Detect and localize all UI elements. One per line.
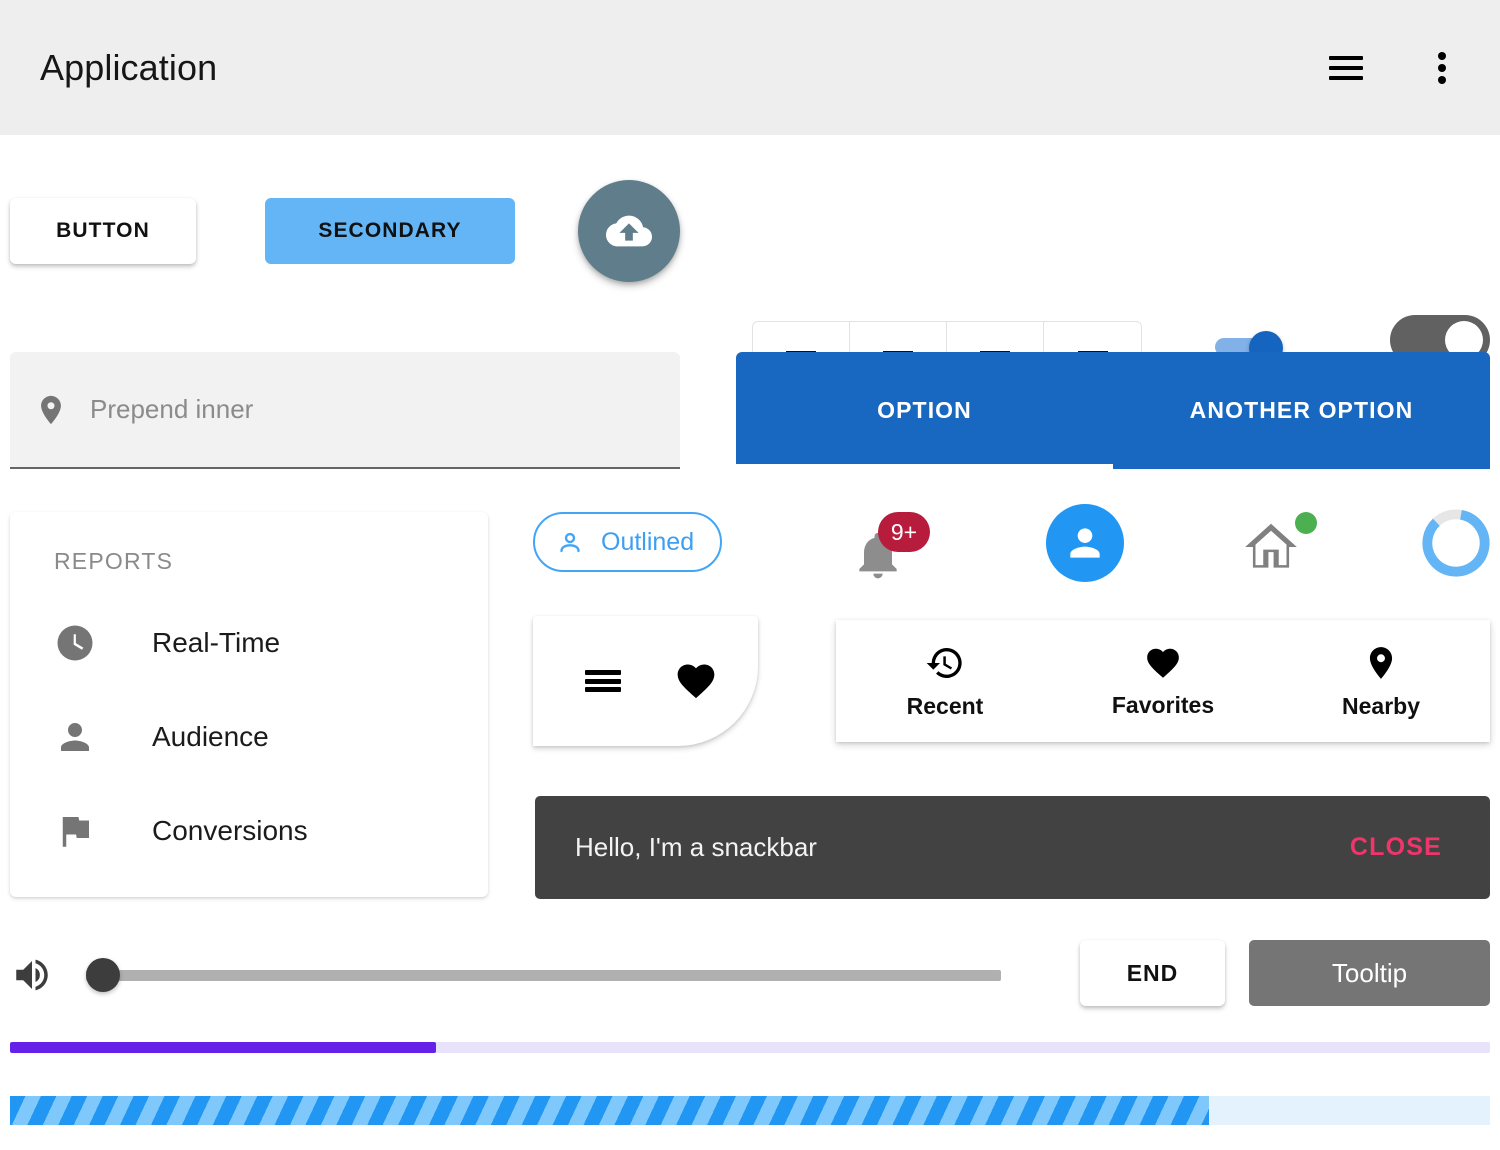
- list-item-audience[interactable]: Audience: [10, 690, 488, 784]
- app-bar-actions: [1322, 44, 1466, 92]
- buffer-progress-bar: [10, 1096, 1490, 1125]
- list-item-real-time[interactable]: Real-Time: [10, 596, 488, 690]
- list-item-conversions[interactable]: Conversions: [10, 784, 488, 878]
- heart-icon: [677, 664, 715, 699]
- list-item-label: Real-Time: [152, 627, 281, 658]
- tab-option[interactable]: OPTION: [736, 352, 1113, 469]
- home-icon: [1245, 523, 1297, 568]
- snackbar-close-button[interactable]: CLOSE: [1344, 832, 1448, 863]
- status-dot-badge: [1295, 512, 1317, 534]
- text-field-placeholder: Prepend inner: [90, 394, 254, 424]
- tab-another-option[interactable]: ANOTHER OPTION: [1113, 352, 1490, 469]
- list-subheader: REPORTS: [54, 548, 174, 574]
- bottom-nav-label: Recent: [906, 692, 984, 719]
- secondary-button[interactable]: SECONDARY: [265, 198, 515, 264]
- account-circle-icon: [560, 532, 580, 553]
- end-button[interactable]: END: [1080, 940, 1225, 1006]
- menu-icon[interactable]: [585, 670, 621, 692]
- controls-row: BUTTON SECONDARY: [0, 135, 1500, 445]
- menu-icon-glyph: [585, 670, 621, 692]
- app-bar: Application: [0, 0, 1500, 135]
- history-icon: [926, 647, 962, 678]
- avatar[interactable]: [1046, 504, 1124, 582]
- progress-bar-fill: [10, 1042, 437, 1053]
- volume-slider-row: [10, 940, 1010, 1010]
- kebab-menu-icon[interactable]: [1418, 44, 1466, 92]
- list-item-label: Conversions: [152, 815, 308, 846]
- favorite-heart-icon[interactable]: [673, 659, 719, 703]
- reports-list-card: REPORTS Real-Time Audience Conversions: [10, 512, 488, 897]
- cloud-upload-fab[interactable]: [578, 180, 680, 282]
- tab-bar: OPTION ANOTHER OPTION: [736, 352, 1490, 469]
- volume-slider[interactable]: [86, 958, 1001, 992]
- person-icon: [1070, 528, 1100, 558]
- chip-label: Outlined: [601, 527, 695, 556]
- list-item-label: Audience: [152, 721, 269, 752]
- circular-progress: [1420, 507, 1492, 579]
- bottom-nav-label: Favorites: [1111, 691, 1215, 718]
- notification-badge: 9+: [878, 512, 930, 552]
- slider-track: [86, 969, 1001, 981]
- hamburger-menu-icon[interactable]: [1322, 44, 1370, 92]
- default-button[interactable]: BUTTON: [10, 198, 196, 264]
- location-pin-icon: [1369, 646, 1393, 679]
- person-icon: [54, 716, 100, 758]
- determinate-progress-bar: [10, 1042, 1490, 1053]
- hamburger-menu-glyph: [1329, 55, 1363, 80]
- bottom-navigation: Recent Favorites Nearby: [836, 620, 1490, 742]
- slider-thumb[interactable]: [86, 958, 120, 992]
- bottom-nav-item-favorites[interactable]: Favorites: [1073, 644, 1253, 719]
- snackbar: Hello, I'm a snackbar CLOSE: [535, 796, 1490, 899]
- bottom-nav-label: Nearby: [1342, 692, 1420, 719]
- bottom-nav-item-nearby[interactable]: Nearby: [1291, 643, 1471, 720]
- bottom-nav-item-recent[interactable]: Recent: [855, 643, 1035, 720]
- kebab-menu-glyph: [1438, 51, 1446, 84]
- notification-bell-button[interactable]: 9+: [850, 512, 930, 586]
- icon-card: [533, 616, 758, 746]
- page-title: Application: [40, 46, 218, 88]
- clock-icon: [54, 622, 100, 664]
- tooltip: Tooltip: [1249, 940, 1490, 1006]
- progress-buffer-fill: [10, 1096, 1209, 1125]
- location-pin-icon: [41, 395, 61, 424]
- prepend-inner-text-field[interactable]: Prepend inner: [10, 352, 680, 469]
- home-button[interactable]: [1238, 512, 1317, 578]
- heart-icon: [1147, 648, 1179, 678]
- snackbar-message: Hello, I'm a snackbar: [575, 832, 817, 862]
- cloud-upload-icon: [606, 215, 652, 247]
- volume-up-icon: [16, 959, 48, 991]
- flag-icon: [54, 810, 100, 852]
- outlined-chip[interactable]: Outlined: [533, 512, 723, 572]
